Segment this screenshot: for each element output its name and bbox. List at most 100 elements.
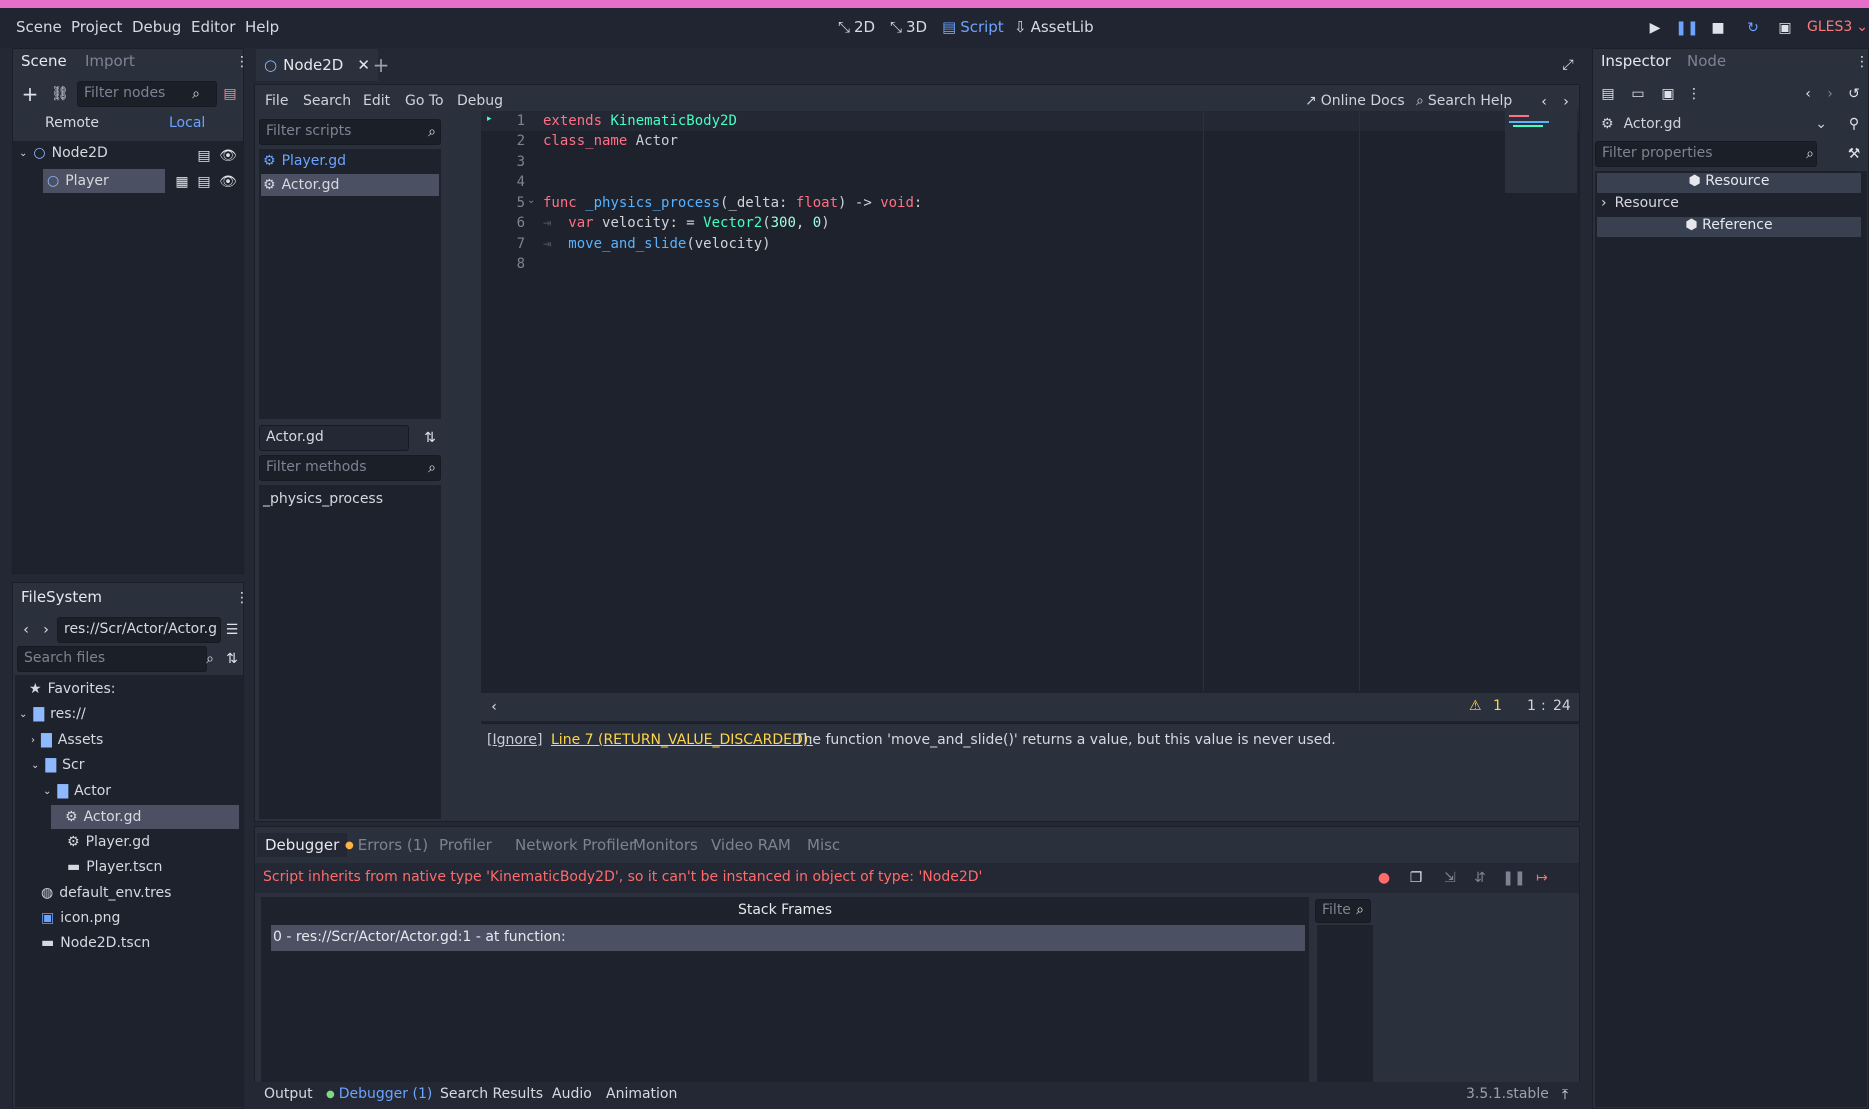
tab-node2d[interactable]: ○ Node2D ✕ — [256, 49, 378, 81]
script-item-player[interactable]: ⚙ Player.gd — [263, 153, 346, 169]
inspected-object-selector[interactable]: ⚙ Actor.gd ⌄ — [1595, 111, 1833, 137]
script-menu-file[interactable]: File — [265, 93, 288, 109]
stack-frame-row[interactable]: 0 - res://Scr/Actor/Actor.gd:1 - at func… — [271, 925, 1305, 951]
history-forward-icon[interactable]: › — [1555, 91, 1577, 113]
code-line-2[interactable]: class_name Actor — [543, 133, 678, 153]
history-back-icon[interactable]: ‹ — [1533, 91, 1555, 113]
tab-import[interactable]: Import — [77, 49, 143, 73]
history-back-icon[interactable]: ‹ — [1797, 83, 1819, 105]
minimap[interactable] — [1505, 111, 1577, 193]
workspace-3d-button[interactable]: ⤡ 3D — [890, 18, 927, 36]
open-folder-icon[interactable]: ▭ — [1627, 83, 1649, 105]
tab-output[interactable]: Output — [264, 1086, 313, 1102]
file-default-env[interactable]: ◍ default_env.tres — [41, 885, 171, 901]
file-icon-png[interactable]: ▣ icon.png — [41, 910, 120, 926]
online-docs-button[interactable]: ↗ Online Docs — [1305, 93, 1405, 109]
tab-node[interactable]: Node — [1679, 49, 1734, 73]
code-line-7[interactable]: ⇥ move_and_slide(velocity) — [543, 236, 771, 256]
code-line-6[interactable]: ⇥ var velocity: = Vector2(300, 0) — [543, 215, 830, 235]
pause-icon[interactable]: ❚❚ — [1675, 17, 1698, 39]
sort-icon[interactable]: ⇅ — [419, 427, 441, 449]
tab-profiler[interactable]: Profiler — [431, 833, 500, 857]
tab-misc[interactable]: Misc — [799, 833, 848, 857]
link-icon[interactable]: ⛓ — [49, 83, 71, 105]
warning-icon[interactable]: ⚠ — [1469, 698, 1482, 714]
remote-toggle[interactable]: Remote — [45, 115, 99, 131]
play-scene-icon[interactable]: ▣ — [1774, 17, 1796, 39]
path-field[interactable]: res://Scr/Actor/Actor.g — [57, 617, 221, 643]
code-line-1[interactable]: extends KinematicBody2D — [543, 113, 737, 133]
file-node2d-tscn[interactable]: ▬ Node2D.tscn — [41, 935, 150, 951]
tab-animation[interactable]: Animation — [606, 1086, 677, 1102]
section-resource[interactable]: › Resource — [1601, 195, 1679, 211]
script-menu-debug[interactable]: Debug — [457, 93, 503, 109]
menu-project[interactable]: Project — [71, 18, 122, 36]
folder-assets[interactable]: › ▇ Assets — [31, 732, 103, 748]
tab-monitors[interactable]: Monitors — [625, 833, 706, 857]
renderer-selector[interactable]: GLES3 ⌄ — [1807, 19, 1868, 35]
script-icon[interactable]: ▤ — [193, 145, 215, 167]
tab-network-profiler[interactable]: Network Profiler — [507, 833, 643, 857]
expand-panel-icon[interactable]: ⤒ — [1554, 1084, 1576, 1106]
search-help-button[interactable]: ⌕ Search Help — [1416, 93, 1512, 109]
workspace-2d-button[interactable]: ⤡ 2D — [838, 18, 875, 36]
distraction-free-icon[interactable]: ⤢ — [1557, 54, 1579, 76]
split-view-icon[interactable]: ☰ — [221, 619, 243, 641]
tab-errors[interactable]: ● Errors (1) — [337, 833, 436, 857]
menu-help[interactable]: Help — [245, 18, 279, 36]
file-player-tscn[interactable]: ▬ Player.tscn — [67, 859, 162, 875]
script-item-actor[interactable]: ⚙ Actor.gd — [261, 174, 439, 196]
tab-scene[interactable]: Scene — [13, 49, 75, 73]
fold-chevron-icon[interactable]: ⌄ — [527, 195, 535, 206]
folder-actor[interactable]: ⌄ ▇ Actor — [43, 783, 111, 799]
res-root-item[interactable]: ⌄ ▇ res:// — [19, 706, 86, 722]
dock-menu-icon[interactable]: ⋮ — [235, 51, 249, 73]
workspace-assetlib-button[interactable]: ⇩ AssetLib — [1014, 18, 1094, 36]
add-tab-icon[interactable]: + — [370, 53, 392, 77]
history-forward-icon[interactable]: › — [1819, 83, 1841, 105]
save-icon[interactable]: ▣ — [1657, 83, 1679, 105]
restart-icon[interactable]: ↻ — [1742, 17, 1764, 39]
ignore-warning-link[interactable]: [Ignore] — [487, 732, 542, 748]
favorites-item[interactable]: ★ Favorites: — [29, 681, 116, 697]
close-icon[interactable]: ✕ — [357, 56, 370, 74]
menu-debug[interactable]: Debug — [132, 18, 181, 36]
tree-node-player[interactable]: ○ Player — [43, 169, 165, 193]
step-over-icon[interactable]: ⇵ — [1469, 867, 1491, 889]
tab-filesystem[interactable]: FileSystem — [13, 585, 111, 609]
step-into-icon[interactable]: ⇲ — [1439, 867, 1461, 889]
tab-search-results[interactable]: Search Results — [440, 1086, 543, 1102]
new-resource-icon[interactable]: ▤ — [1597, 83, 1619, 105]
add-node-icon[interactable]: + — [19, 82, 41, 106]
filter-properties-input[interactable]: Filter properties — [1595, 141, 1817, 167]
script-tools-icon[interactable]: ▤ — [219, 83, 241, 105]
filter-scripts-input[interactable]: Filter scripts — [259, 119, 441, 145]
script-menu-goto[interactable]: Go To — [405, 93, 444, 109]
tab-inspector[interactable]: Inspector — [1593, 49, 1679, 73]
menu-editor[interactable]: Editor — [191, 18, 235, 36]
dock-menu-icon[interactable]: ⋮ — [1855, 51, 1869, 73]
workspace-script-button[interactable]: ▤ Script — [942, 18, 1004, 36]
more-icon[interactable]: ⋮ — [1683, 83, 1705, 105]
object-tools-icon[interactable]: ⚲ — [1843, 113, 1865, 135]
code-line-5[interactable]: func _physics_process(_delta: float) -> … — [543, 195, 922, 215]
folder-scr[interactable]: ⌄ ▇ Scr — [31, 757, 85, 773]
tab-audio[interactable]: Audio — [552, 1086, 592, 1102]
continue-icon[interactable]: ↦ — [1531, 867, 1553, 889]
warning-line-link[interactable]: Line 7 (RETURN_VALUE_DISCARDED): — [551, 732, 813, 748]
break-icon[interactable]: ❚❚ — [1502, 867, 1525, 889]
script-menu-edit[interactable]: Edit — [363, 93, 390, 109]
property-tools-icon[interactable]: ⚒ — [1843, 143, 1865, 165]
local-toggle[interactable]: Local — [169, 115, 205, 131]
record-icon[interactable]: ● — [1373, 867, 1395, 889]
stop-icon[interactable]: ■ — [1707, 17, 1729, 39]
visibility-icon[interactable]: 👁 — [217, 145, 239, 167]
script-icon[interactable]: ▤ — [193, 171, 215, 193]
instance-icon[interactable]: ▦ — [171, 171, 193, 193]
tab-debugger[interactable]: Debugger — [257, 833, 348, 857]
menu-scene[interactable]: Scene — [16, 18, 62, 36]
history-icon[interactable]: ↺ — [1843, 83, 1865, 105]
tab-video-ram[interactable]: Video RAM — [703, 833, 799, 857]
dock-menu-icon[interactable]: ⋮ — [235, 587, 249, 609]
filter-methods-input[interactable]: Filter methods — [259, 455, 441, 481]
